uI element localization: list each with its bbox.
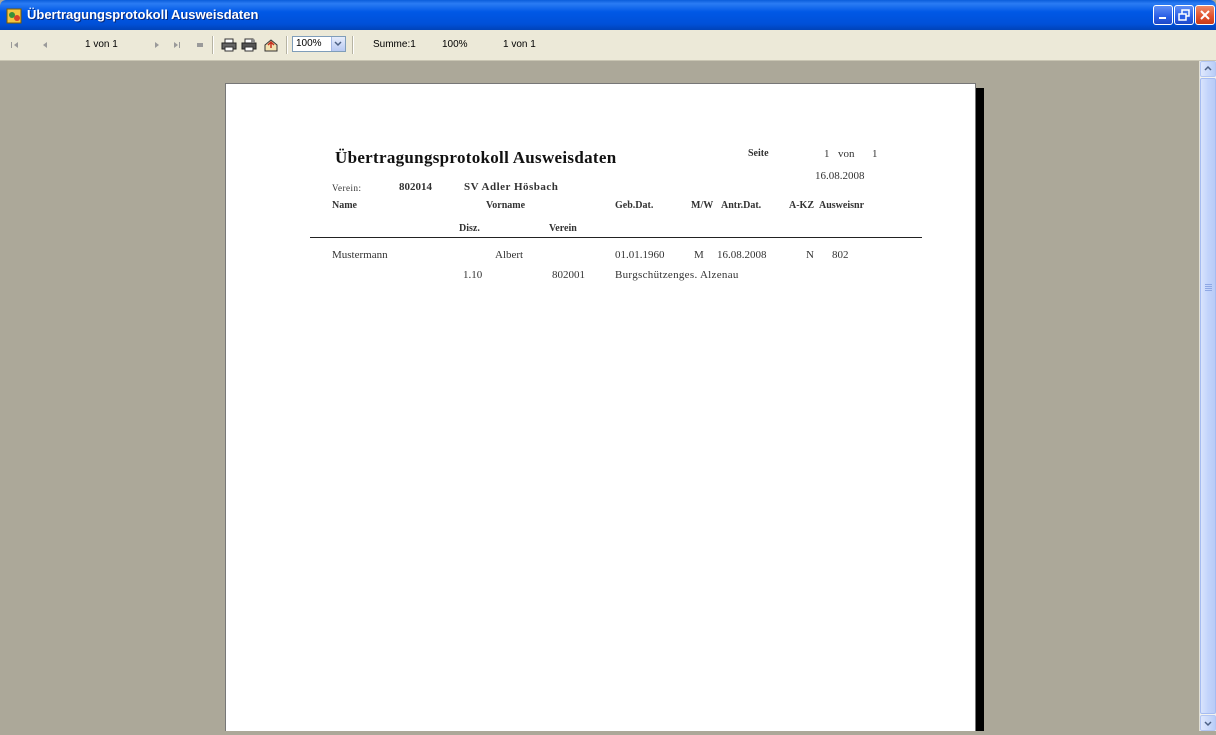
previous-page-button[interactable]	[38, 30, 52, 60]
row-vorname: Albert	[495, 249, 524, 261]
previous-page-icon	[43, 42, 47, 48]
page-label: Seite	[748, 148, 769, 159]
chevron-up-icon	[1204, 65, 1212, 71]
header-mw: M/W	[691, 200, 714, 211]
header-vorname: Vorname	[486, 200, 526, 211]
minimize-icon	[1159, 17, 1166, 19]
scrollbar-thumb[interactable]	[1200, 78, 1216, 714]
dropdown-arrow-button[interactable]	[331, 37, 345, 51]
page-of-label: von	[838, 148, 855, 160]
print-icon	[221, 38, 237, 52]
header-akz: A-KZ	[789, 200, 814, 211]
row-name: Mustermann	[332, 249, 388, 261]
last-page-button[interactable]	[170, 30, 184, 60]
print-setup-icon	[241, 38, 257, 52]
scroll-grip	[1205, 284, 1212, 285]
row-verein-name: Burgschützenges. Alzenau	[615, 269, 739, 281]
maximize-button[interactable]	[1174, 5, 1194, 25]
scroll-down-button[interactable]	[1200, 715, 1216, 731]
page-total: 1	[872, 148, 878, 160]
report-viewer[interactable]: Übertragungsprotokoll Ausweisdaten Seite…	[0, 61, 1199, 731]
first-page-button[interactable]	[8, 30, 22, 60]
scroll-grip	[1205, 288, 1212, 289]
minimize-button[interactable]	[1153, 5, 1173, 25]
print-setup-button[interactable]	[240, 30, 258, 60]
chevron-down-icon	[1204, 721, 1212, 727]
club-label: Verein:	[332, 183, 362, 193]
print-button[interactable]	[220, 30, 238, 60]
row-mw: M	[694, 249, 704, 261]
toolbar-separator	[286, 36, 288, 54]
header-rule	[310, 237, 922, 238]
club-name: SV Adler Hösbach	[464, 181, 559, 193]
toolbar-separator	[212, 36, 214, 54]
first-page-icon	[11, 42, 18, 48]
page-indicator: 1 von 1	[85, 39, 118, 50]
zoom-select[interactable]: 100%	[292, 36, 346, 52]
row-verein-number: 802001	[552, 269, 585, 281]
row-gebdat: 01.01.1960	[615, 249, 665, 261]
restore-icon	[1178, 9, 1190, 21]
close-button[interactable]	[1195, 5, 1215, 25]
report-page: Übertragungsprotokoll Ausweisdaten Seite…	[225, 83, 976, 731]
row-ausweisnr: 802	[832, 249, 849, 261]
header-gebdat: Geb.Dat.	[615, 200, 654, 211]
next-page-button[interactable]	[150, 30, 164, 60]
header-disz: Disz.	[459, 223, 480, 234]
title-bar: Übertragungsprotokoll Ausweisdaten	[0, 0, 1216, 30]
close-icon	[1200, 10, 1210, 20]
header-verein: Verein	[549, 223, 577, 234]
next-page-icon	[155, 42, 159, 48]
chevron-down-icon	[334, 41, 342, 47]
vertical-scrollbar[interactable]	[1199, 61, 1216, 731]
export-button[interactable]	[262, 30, 280, 60]
page-number: 1	[824, 148, 830, 160]
scroll-grip	[1205, 286, 1212, 287]
report-toolbar: 1 von 1 100% Summe:1 100% 1 von 1	[0, 30, 1216, 61]
stop-button[interactable]	[193, 30, 207, 60]
stop-icon	[197, 43, 203, 47]
header-name: Name	[332, 200, 357, 211]
report-date: 16.08.2008	[815, 170, 865, 182]
window-title: Übertragungsprotokoll Ausweisdaten	[27, 7, 259, 22]
toolbar-separator	[352, 36, 354, 54]
status-total: Summe:1	[373, 39, 416, 50]
club-number: 802014	[399, 181, 432, 193]
status-zoom: 100%	[442, 39, 468, 50]
scroll-grip	[1205, 290, 1212, 291]
status-page: 1 von 1	[503, 39, 536, 50]
report-title: Übertragungsprotokoll Ausweisdaten	[335, 148, 617, 167]
scroll-up-button[interactable]	[1200, 61, 1216, 77]
app-icon	[6, 8, 22, 24]
header-ausweisnr: Ausweisnr	[819, 200, 865, 211]
row-antrdat: 16.08.2008	[717, 249, 767, 261]
header-antrdat: Antr.Dat.	[721, 200, 762, 211]
last-page-icon	[174, 42, 180, 48]
row-akz: N	[806, 249, 814, 261]
zoom-select-value: 100%	[296, 38, 322, 49]
row-disz: 1.10	[463, 269, 483, 281]
export-icon	[264, 39, 278, 52]
